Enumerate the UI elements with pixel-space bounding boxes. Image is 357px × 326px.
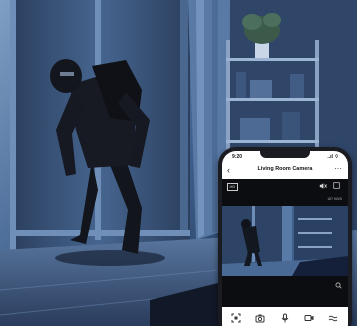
record-icon[interactable]: [304, 313, 314, 323]
camera-controls: [222, 307, 348, 326]
fullscreen-icon[interactable]: [333, 182, 340, 189]
phone-screen: 9:20 ..ıl ⌔ ‹ Living Room Camera ··· HD …: [222, 151, 348, 326]
phone-notch: [260, 151, 310, 158]
zoom-icon[interactable]: [335, 282, 342, 289]
hd-badge[interactable]: HD: [227, 183, 238, 191]
scene: 9:20 ..ıl ⌔ ‹ Living Room Camera ··· HD …: [0, 0, 357, 326]
status-time: 9:20: [232, 154, 243, 160]
bitrate-text: 187 KB/S: [327, 197, 342, 201]
microphone-icon[interactable]: [280, 313, 290, 323]
camera-view-panel: HD 187 KB/S: [222, 179, 348, 307]
app-navbar: ‹ Living Room Camera ···: [222, 163, 348, 177]
more-icon[interactable]: ···: [334, 163, 342, 175]
live-video-frame[interactable]: [222, 206, 348, 276]
screenshot-icon[interactable]: [231, 313, 241, 323]
camera-title: Living Room Camera: [257, 166, 313, 172]
more-controls-icon[interactable]: [328, 313, 338, 323]
status-signal: ..ıl ⌔: [327, 154, 339, 160]
mute-icon[interactable]: [319, 182, 327, 190]
smartphone: 9:20 ..ıl ⌔ ‹ Living Room Camera ··· HD …: [218, 147, 352, 326]
camera-icon[interactable]: [255, 313, 265, 323]
